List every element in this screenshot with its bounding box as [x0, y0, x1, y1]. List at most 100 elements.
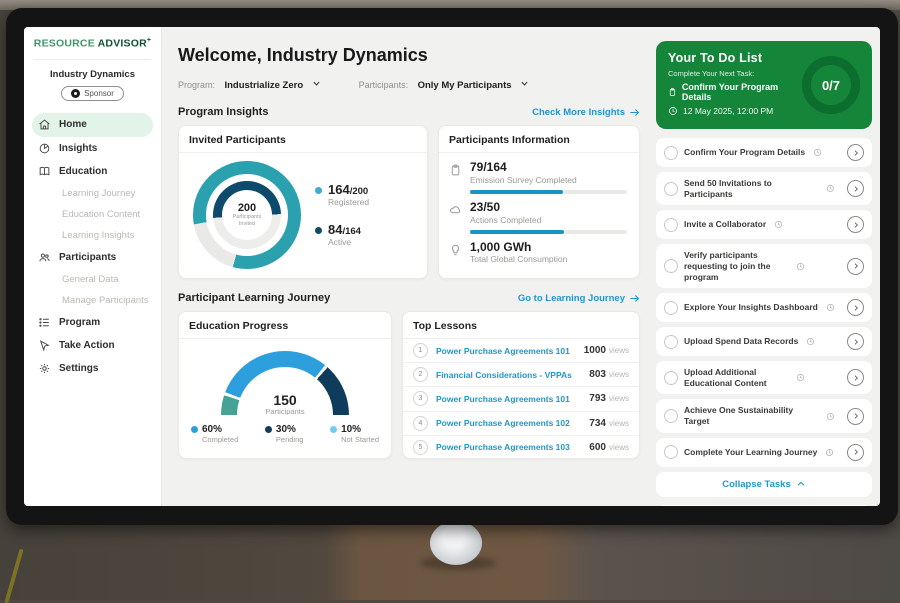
pending-clock-icon	[774, 220, 783, 229]
invited-card-title: Invited Participants	[179, 126, 427, 153]
pending-clock-icon	[796, 262, 805, 271]
recent-news-card: Recent News	[656, 505, 872, 506]
lesson-link[interactable]: Power Purchase Agreements 101	[436, 394, 589, 404]
arrow-right-icon	[629, 293, 640, 304]
chevron-right-icon[interactable]	[847, 216, 864, 233]
legend-pending: 30% Pending	[265, 424, 304, 444]
go-to-learning-journey-link[interactable]: Go to Learning Journey	[518, 293, 640, 304]
active-inner-ring: 200 Participants Invited	[213, 181, 281, 249]
education-card-title: Education Progress	[179, 312, 391, 339]
task-checkbox[interactable]	[664, 409, 678, 423]
sidebar-item-education[interactable]: Education	[24, 160, 161, 183]
chevron-right-icon[interactable]	[847, 333, 864, 350]
todo-next-task: Confirm Your Program Details	[668, 82, 796, 102]
lesson-link[interactable]: Power Purchase Agreements 103	[436, 442, 589, 452]
chevron-down-icon[interactable]	[312, 79, 321, 88]
learning-journey-title: Participant Learning Journey	[178, 292, 330, 304]
chevron-right-icon[interactable]	[847, 408, 864, 425]
legend-active: 84/164 Active	[315, 223, 369, 247]
task-invite-collaborator[interactable]: Invite a Collaborator	[656, 210, 872, 239]
sidebar-item-home[interactable]: Home	[32, 113, 153, 137]
sidebar-item-settings[interactable]: Settings	[24, 357, 161, 380]
task-checkbox[interactable]	[664, 218, 678, 232]
chevron-up-icon	[796, 479, 806, 489]
lesson-row: 3 Power Purchase Agreements 101 793 view…	[403, 387, 639, 411]
chevron-right-icon[interactable]	[847, 369, 864, 386]
book-icon	[38, 165, 51, 178]
lesson-link[interactable]: Power Purchase Agreements 101	[436, 346, 584, 356]
pending-clock-icon	[806, 337, 815, 346]
sidebar-item-learning-journey[interactable]: Learning Journey	[24, 183, 161, 204]
lesson-link[interactable]: Financial Considerations - VPPAs	[436, 370, 589, 380]
cursor-action-icon	[38, 339, 51, 352]
lesson-row: 1 Power Purchase Agreements 101 1000 vie…	[403, 339, 639, 363]
chevron-right-icon[interactable]	[847, 299, 864, 316]
chevron-right-icon[interactable]	[847, 144, 864, 161]
pending-clock-icon	[796, 373, 805, 382]
journey-cards-row: Education Progress 150 Participants 60% …	[178, 311, 640, 459]
task-upload-spend-data[interactable]: Upload Spend Data Records	[656, 327, 872, 356]
participants-information-card: Participants Information 79/164 Emission…	[438, 125, 640, 279]
chevron-right-icon[interactable]	[847, 180, 864, 197]
pending-clock-icon	[813, 148, 822, 157]
sidebar-item-program[interactable]: Program	[24, 311, 161, 334]
info-card-title: Participants Information	[439, 126, 639, 153]
education-legend: 60% Completed 30% Pending 10% Not Starte…	[179, 415, 391, 444]
chevron-right-icon[interactable]	[847, 444, 864, 461]
pending-dot-icon	[265, 426, 272, 433]
task-send-invitations[interactable]: Send 50 Invitations to Participants	[656, 172, 872, 205]
education-progress-card: Education Progress 150 Participants 60% …	[178, 311, 392, 459]
lesson-link[interactable]: Power Purchase Agreements 102	[436, 418, 589, 428]
task-checkbox[interactable]	[664, 301, 678, 315]
task-confirm-program-details[interactable]: Confirm Your Program Details	[656, 138, 872, 167]
chevron-right-icon[interactable]	[847, 258, 864, 275]
check-more-insights-link[interactable]: Check More Insights	[532, 107, 640, 118]
task-checkbox[interactable]	[664, 182, 678, 196]
sidebar-item-education-content[interactable]: Education Content	[24, 204, 161, 225]
dashboard-screen: RESOURCE ADVISOR+ Industry Dynamics Spon…	[24, 27, 880, 506]
lesson-rank: 2	[413, 367, 428, 382]
sidebar-item-participants[interactable]: Participants	[24, 246, 161, 269]
sponsor-badge[interactable]: Sponsor	[61, 86, 124, 101]
task-checkbox[interactable]	[664, 445, 678, 459]
todo-progress-ring: 0/7	[802, 56, 860, 114]
task-checkbox[interactable]	[664, 371, 678, 385]
program-filter[interactable]: Program: Industrialize Zero	[178, 75, 321, 93]
lightbulb-icon	[449, 243, 462, 257]
task-explore-insights[interactable]: Explore Your Insights Dashboard	[656, 293, 872, 322]
pending-clock-icon	[826, 303, 835, 312]
sponsor-label: Sponsor	[84, 89, 114, 98]
sidebar-item-manage-participants[interactable]: Manage Participants	[24, 290, 161, 311]
invited-legend: 164/200 Registered 84/164 Active	[315, 183, 369, 248]
collapse-tasks-button[interactable]: Collapse Tasks	[656, 472, 872, 497]
participants-filter-label: Participants:	[359, 80, 409, 90]
people-icon	[38, 251, 51, 264]
cloud-icon	[449, 203, 462, 217]
page-title: Welcome, Industry Dynamics	[178, 45, 640, 66]
sidebar-item-take-action[interactable]: Take Action	[24, 334, 161, 357]
app-logo: RESOURCE ADVISOR+	[24, 37, 161, 50]
main-content: Welcome, Industry Dynamics Program: Indu…	[162, 27, 652, 506]
pending-clock-icon	[826, 184, 835, 193]
emission-survey-row: 79/164 Emission Survey Completed	[449, 161, 627, 194]
sidebar-item-insights[interactable]: Insights	[24, 137, 161, 160]
task-checkbox[interactable]	[664, 259, 678, 273]
gauge-center-value: 150	[221, 393, 349, 407]
task-verify-participants[interactable]: Verify participants requesting to join t…	[656, 244, 872, 288]
task-upload-educational-content[interactable]: Upload Additional Educational Content	[656, 361, 872, 394]
legend-not-started: 10% Not Started	[330, 424, 379, 444]
gear-icon	[38, 362, 51, 375]
sidebar-item-general-data[interactable]: General Data	[24, 269, 161, 290]
participants-filter[interactable]: Participants: Only My Participants	[359, 75, 529, 93]
chevron-down-icon[interactable]	[520, 79, 529, 88]
invited-donut-chart: 200 Participants Invited	[193, 161, 301, 269]
task-complete-learning-journey[interactable]: Complete Your Learning Journey	[656, 438, 872, 467]
consumption-row: 1,000 GWh Total Global Consumption	[449, 241, 627, 265]
task-achieve-sustainability-target[interactable]: Achieve One Sustainability Target	[656, 399, 872, 432]
list-icon	[38, 316, 51, 329]
pending-clock-icon	[825, 448, 834, 457]
gauge-center-label: Participants	[221, 407, 349, 415]
task-checkbox[interactable]	[664, 335, 678, 349]
task-checkbox[interactable]	[664, 146, 678, 160]
sidebar-item-learning-insights[interactable]: Learning Insights	[24, 225, 161, 246]
